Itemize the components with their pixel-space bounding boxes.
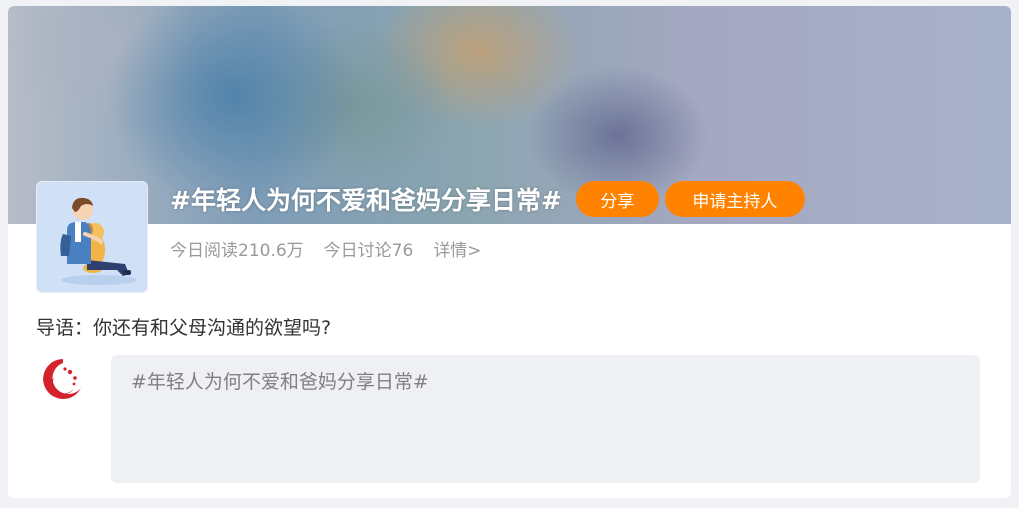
- boy-with-dog-illustration-icon: [37, 182, 147, 292]
- intro-text: 你还有和父母沟通的欲望吗?: [93, 317, 332, 339]
- topic-card: #年轻人为何不爱和爸妈分享日常# 分享 申请主持人 今日阅读210.6万 今日讨…: [8, 6, 1011, 498]
- comment-input[interactable]: #年轻人为何不爱和爸妈分享日常#: [111, 355, 980, 483]
- apply-host-button[interactable]: 申请主持人: [664, 181, 805, 217]
- topic-avatar: [36, 181, 148, 293]
- topic-stats: 今日阅读210.6万 今日讨论76 详情>: [170, 236, 482, 261]
- share-button[interactable]: 分享: [575, 181, 659, 217]
- user-avatar[interactable]: [40, 356, 86, 402]
- reads-count: 今日阅读210.6万: [170, 241, 304, 261]
- topic-title-row: #年轻人为何不爱和爸妈分享日常# 分享 申请主持人: [170, 180, 805, 218]
- topic-intro: 导语：你还有和父母沟通的欲望吗?: [36, 313, 331, 340]
- topic-title: #年轻人为何不爱和爸妈分享日常#: [170, 186, 562, 215]
- red-logo-icon: [42, 358, 84, 400]
- intro-label: 导语：: [36, 317, 94, 339]
- discussions-count: 今日讨论76: [323, 241, 414, 261]
- detail-link[interactable]: 详情>: [433, 236, 481, 261]
- comment-input-text: #年轻人为何不爱和爸妈分享日常#: [131, 371, 429, 393]
